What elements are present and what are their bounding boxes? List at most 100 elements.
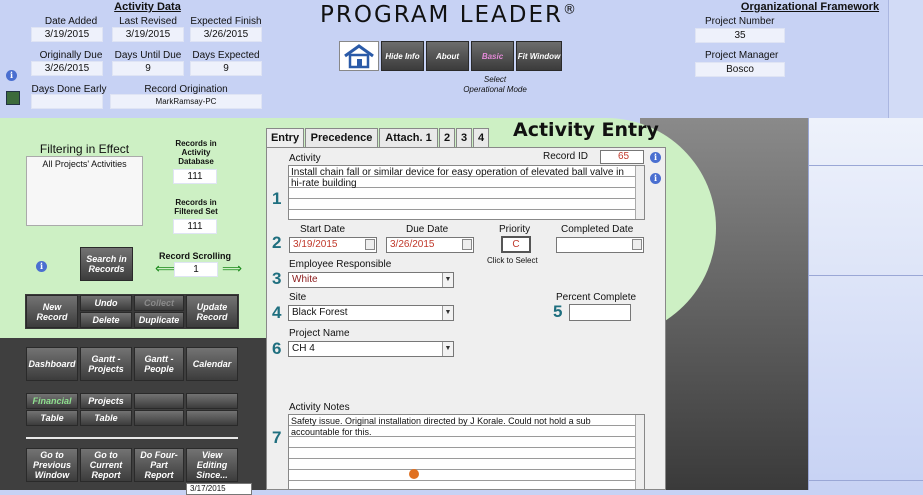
percent-complete-label: Percent Complete bbox=[556, 292, 637, 303]
record-id-info-icon[interactable]: i bbox=[650, 152, 661, 163]
site-dropdown[interactable]: Black Forest ▼ bbox=[288, 305, 454, 321]
filter-value: All Projects' Activities bbox=[42, 159, 127, 169]
new-record-button[interactable]: New Record bbox=[26, 295, 78, 328]
step-3: 3 bbox=[272, 269, 282, 288]
project-dropdown[interactable]: CH 4 ▼ bbox=[288, 341, 454, 357]
disabled-button-4 bbox=[186, 410, 238, 426]
four-part-report-button[interactable]: Do Four-Part Report bbox=[134, 448, 184, 482]
app-title-text: PROGRAM LEADER bbox=[320, 2, 564, 28]
right-divider-line bbox=[808, 165, 923, 166]
priority-field[interactable]: C bbox=[501, 236, 531, 253]
scroll-prev-arrow[interactable]: ⟸ bbox=[155, 260, 175, 277]
current-report-button[interactable]: Go to Current Report bbox=[80, 448, 132, 482]
days-until-due-value: 9 bbox=[112, 61, 184, 76]
collect-button[interactable]: Collect bbox=[134, 295, 184, 311]
days-expected-label: Days Expected bbox=[192, 50, 260, 61]
project-name-label: Project Name bbox=[289, 328, 350, 339]
tab-attach-3[interactable]: 3 bbox=[456, 128, 472, 147]
record-id-field: 65 bbox=[600, 150, 644, 164]
select-mode-line1: Select bbox=[483, 75, 507, 84]
project-value: CH 4 bbox=[292, 343, 315, 354]
chevron-down-icon[interactable]: ▼ bbox=[442, 306, 453, 320]
home-button[interactable] bbox=[339, 41, 379, 71]
record-id-label: Record ID bbox=[543, 151, 589, 162]
org-framework-title: Organizational Framework bbox=[740, 1, 880, 13]
search-records-button[interactable]: Search in Records bbox=[80, 247, 133, 281]
records-filtered-value: 111 bbox=[173, 219, 217, 234]
activity-text: Install chain fall or similar device for… bbox=[291, 167, 624, 189]
filter-info-icon[interactable]: i bbox=[36, 261, 47, 272]
tab-attach-4[interactable]: 4 bbox=[473, 128, 489, 147]
select-mode-line2: Operational Mode bbox=[463, 85, 527, 94]
database-icon[interactable] bbox=[6, 91, 20, 105]
right-divider-line-2 bbox=[808, 275, 923, 276]
tab-attach-1[interactable]: Attach. 1 bbox=[379, 128, 438, 147]
due-date-field[interactable]: 3/26/2015 bbox=[386, 237, 474, 253]
cursor-dot bbox=[409, 469, 419, 479]
calendar-icon[interactable] bbox=[462, 239, 472, 250]
start-date-value: 3/19/2015 bbox=[293, 239, 338, 250]
info-icon[interactable]: i bbox=[6, 70, 17, 81]
tab-entry[interactable]: Entry bbox=[266, 128, 304, 148]
fit-window-button[interactable]: Fit Window bbox=[516, 41, 562, 71]
activity-scrollbar[interactable] bbox=[635, 166, 644, 219]
tab-precedence[interactable]: Precedence bbox=[305, 128, 378, 147]
app-title: PROGRAM LEADER® bbox=[320, 2, 600, 28]
project-number-label: Project Number bbox=[705, 16, 775, 27]
chevron-down-icon[interactable]: ▼ bbox=[442, 273, 453, 287]
delete-button[interactable]: Delete bbox=[80, 312, 132, 328]
editing-since-date-field[interactable]: 3/17/2015 bbox=[186, 483, 252, 495]
financial-button[interactable]: Financial bbox=[26, 393, 78, 409]
calendar-icon[interactable] bbox=[632, 239, 642, 250]
percent-complete-field[interactable] bbox=[569, 304, 631, 321]
dashboard-button[interactable]: Dashboard bbox=[26, 347, 78, 381]
record-scrolling-value[interactable]: 1 bbox=[174, 262, 218, 277]
projects-table-button[interactable]: Table bbox=[80, 410, 132, 426]
view-editing-button[interactable]: View Editing Since... bbox=[186, 448, 238, 482]
tab-attach-2[interactable]: 2 bbox=[439, 128, 455, 147]
employee-dropdown[interactable]: White ▼ bbox=[288, 272, 454, 288]
about-button[interactable]: About bbox=[426, 41, 469, 71]
activity-notes-text: Safety issue. Original installation dire… bbox=[291, 416, 591, 437]
days-until-due-label: Days Until Due bbox=[114, 50, 182, 61]
originally-due-label: Originally Due bbox=[39, 50, 103, 61]
activity-info-icon[interactable]: i bbox=[650, 173, 661, 184]
days-done-early-value bbox=[31, 94, 103, 109]
due-date-value: 3/26/2015 bbox=[390, 239, 435, 250]
originally-due-value: 3/26/2015 bbox=[31, 61, 103, 76]
financial-table-button[interactable]: Table bbox=[26, 410, 78, 426]
step-6: 6 bbox=[272, 339, 282, 358]
update-record-button[interactable]: Update Record bbox=[186, 295, 238, 328]
scroll-next-arrow[interactable]: ⟹ bbox=[222, 260, 242, 277]
filtering-title: Filtering in Effect bbox=[39, 142, 130, 156]
gantt-people-button[interactable]: Gantt - People bbox=[134, 347, 184, 381]
activity-textarea[interactable]: Install chain fall or similar device for… bbox=[288, 165, 645, 220]
calendar-icon[interactable] bbox=[365, 239, 375, 250]
chevron-down-icon[interactable]: ▼ bbox=[442, 342, 453, 356]
registered-mark: ® bbox=[563, 2, 579, 18]
select-mode-caption: Select Operational Mode bbox=[440, 75, 550, 95]
basic-mode-button[interactable]: Basic bbox=[471, 41, 514, 71]
notes-scrollbar[interactable] bbox=[635, 415, 644, 489]
disabled-button-3 bbox=[186, 393, 238, 409]
projects-button[interactable]: Projects bbox=[80, 393, 132, 409]
completed-date-label: Completed Date bbox=[561, 224, 634, 235]
date-added-value: 3/19/2015 bbox=[31, 27, 103, 42]
project-manager-label: Project Manager bbox=[705, 50, 779, 61]
expected-finish-value: 3/26/2015 bbox=[190, 27, 262, 42]
records-db-label: Records in Activity Database bbox=[175, 139, 217, 166]
start-date-field[interactable]: 3/19/2015 bbox=[289, 237, 377, 253]
hide-info-button[interactable]: Hide Info bbox=[381, 41, 424, 71]
duplicate-button[interactable]: Duplicate bbox=[134, 312, 184, 328]
home-icon bbox=[344, 44, 374, 69]
gantt-projects-button[interactable]: Gantt - Projects bbox=[80, 347, 132, 381]
priority-hint: Click to Select bbox=[487, 256, 538, 265]
calendar-button[interactable]: Calendar bbox=[186, 347, 238, 381]
previous-window-button[interactable]: Go to Previous Window bbox=[26, 448, 78, 482]
completed-date-field[interactable] bbox=[556, 237, 644, 253]
step-4: 4 bbox=[272, 303, 282, 322]
activity-label: Activity bbox=[289, 153, 321, 164]
step-2: 2 bbox=[272, 233, 282, 252]
activity-notes-textarea[interactable]: Safety issue. Original installation dire… bbox=[288, 414, 645, 490]
undo-button[interactable]: Undo bbox=[80, 295, 132, 311]
